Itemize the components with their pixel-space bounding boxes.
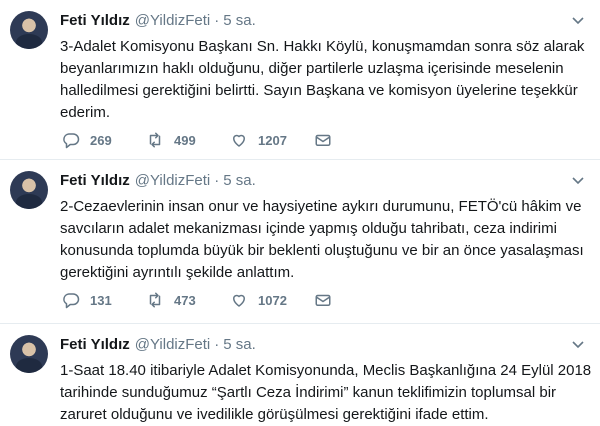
- author-handle[interactable]: @YildizFeti: [135, 12, 211, 29]
- separator-dot: ·: [214, 12, 220, 29]
- reply-count: 131: [90, 292, 112, 308]
- tweet-text-line: tarihinde sunduğumuz “Şartlı Ceza İndiri…: [60, 384, 557, 401]
- tweet-text-line: 1-Saat 18.40 itibariyle Adalet Komisyonu…: [60, 362, 592, 379]
- tweet[interactable]: Feti Yıldız @YildizFeti · 5 sa. 2-Cezaevler…: [0, 160, 600, 324]
- tweet-header: Feti Yıldız @YildizFeti · 5 sa.: [60, 336, 256, 353]
- chevron-down-icon[interactable]: [570, 172, 586, 188]
- envelope-icon: [315, 134, 331, 146]
- tweet-text: 1-Saat 18.40 itibariyle Adalet Komisyonu…: [60, 360, 592, 426]
- timestamp[interactable]: 5 sa.: [223, 12, 256, 29]
- like-button[interactable]: 1207: [230, 131, 314, 149]
- like-button[interactable]: 1072: [230, 291, 314, 309]
- tweet-text-line: 3-Adalet Komisyonu Başkanı Sn. Hakkı Köy…: [60, 38, 585, 55]
- tweet-text: 3-Adalet Komisyonu Başkanı Sn. Hakkı Köy…: [60, 36, 590, 124]
- like-count: 1207: [258, 132, 287, 148]
- author-name[interactable]: Feti Yıldız: [60, 336, 130, 353]
- tweet-text-line: halledilmesi gerektiğini belirtti. Sayın…: [60, 82, 578, 99]
- tweet[interactable]: Feti Yıldız @YildizFeti · 5 sa. 1-Saat 18.4…: [0, 324, 600, 425]
- like-count: 1072: [258, 292, 287, 308]
- timestamp[interactable]: 5 sa.: [223, 172, 256, 189]
- chevron-down-icon[interactable]: [570, 12, 586, 28]
- retweet-icon: [149, 132, 161, 148]
- heart-icon: [233, 134, 245, 147]
- tweet-text-line: beyanlarımızın haklı olduğunu, diğer par…: [60, 60, 564, 77]
- tweet-text-line: konusunda toplumda büyük bir beklenti ol…: [60, 242, 584, 259]
- retweet-count: 499: [174, 132, 196, 148]
- chevron-down-icon[interactable]: [570, 336, 586, 352]
- retweet-button[interactable]: 473: [146, 291, 230, 309]
- reply-count: 269: [90, 132, 112, 148]
- author-handle[interactable]: @YildizFeti: [135, 336, 211, 353]
- retweet-button[interactable]: 499: [146, 131, 230, 149]
- tweet-text-line: ederim.: [60, 104, 111, 121]
- tweet-text-line: savcıların adalet mekanizması içinde yap…: [60, 220, 557, 237]
- tweet-text-line: gerektiğini ayrıntılı şekilde anlattım.: [60, 264, 295, 281]
- tweet-header: Feti Yıldız @YildizFeti · 5 sa.: [60, 172, 256, 189]
- author-handle[interactable]: @YildizFeti: [135, 172, 211, 189]
- heart-icon: [233, 294, 245, 307]
- reply-icon: [63, 133, 80, 149]
- tweet[interactable]: Feti Yıldız @YildizFeti · 5 sa. 3-Adalet Ko…: [0, 0, 600, 160]
- tweet-actions: 131 473 1072: [62, 291, 354, 309]
- tweet-actions: 269 499 1207: [62, 131, 354, 149]
- timestamp[interactable]: 5 sa.: [223, 336, 256, 353]
- retweet-count: 473: [174, 292, 196, 308]
- envelope-icon: [315, 294, 331, 306]
- author-name[interactable]: Feti Yıldız: [60, 172, 130, 189]
- avatar[interactable]: [10, 335, 48, 373]
- separator-dot: ·: [214, 172, 220, 189]
- tweet-text-line: zaruret olduğunu ve ivedilikle görüşülme…: [60, 406, 489, 423]
- tweet-text-line: 2-Cezaevlerinin insan onur ve haysiyetin…: [60, 198, 582, 215]
- reply-button[interactable]: 131: [62, 291, 146, 309]
- reply-icon: [63, 293, 80, 309]
- direct-message-button[interactable]: [314, 291, 354, 309]
- separator-dot: ·: [214, 336, 220, 353]
- reply-button[interactable]: 269: [62, 131, 146, 149]
- avatar[interactable]: [10, 171, 48, 209]
- tweet-header: Feti Yıldız @YildizFeti · 5 sa.: [60, 12, 256, 29]
- direct-message-button[interactable]: [314, 131, 354, 149]
- retweet-icon: [149, 292, 161, 308]
- tweet-text: 2-Cezaevlerinin insan onur ve haysiyetin…: [60, 196, 590, 284]
- avatar[interactable]: [10, 11, 48, 49]
- author-name[interactable]: Feti Yıldız: [60, 12, 130, 29]
